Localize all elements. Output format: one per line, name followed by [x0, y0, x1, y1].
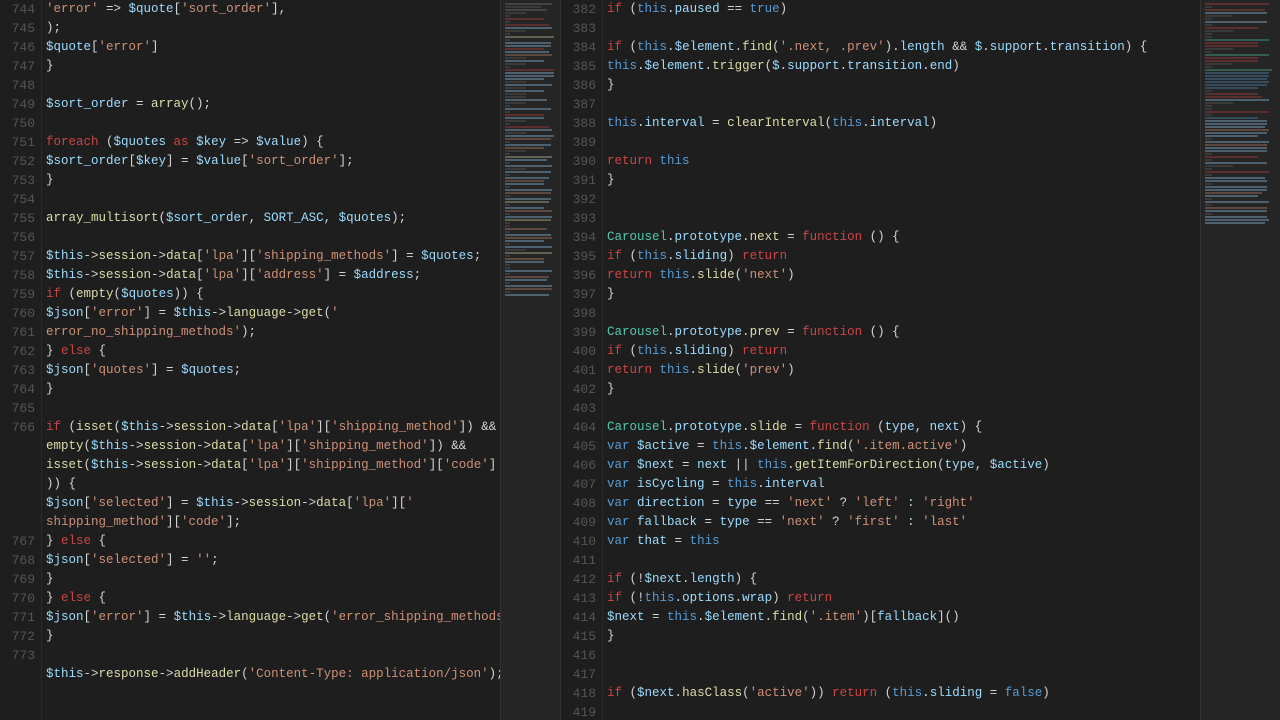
right-minimap [1200, 0, 1280, 720]
code-line: array_multisort($sort_order, SORT_ASC, $… [46, 209, 496, 228]
code-line: if ($next.hasClass('active')) return (th… [607, 684, 1196, 703]
code-line [607, 209, 1196, 228]
code-editor: 744 745 746 747 748 749 750 751 752 753 … [0, 0, 1280, 720]
code-line: $next = this.$element.find('.item')[fall… [607, 608, 1196, 627]
code-line: ); [46, 19, 496, 38]
code-line: } else { [46, 532, 496, 551]
code-line: } [607, 171, 1196, 190]
code-line: $this->session->data['lpa']['shipping_me… [46, 247, 496, 266]
code-line [46, 76, 496, 95]
code-line: } [607, 76, 1196, 95]
code-line: return this.slide('next') [607, 266, 1196, 285]
code-line: $json['error'] = $this->language->get(' [46, 304, 496, 323]
code-line: if (!$next.length) { [607, 570, 1196, 589]
code-line: $json['quotes'] = $quotes; [46, 361, 496, 380]
code-line: } [46, 570, 496, 589]
code-line: this.interval = clearInterval(this.inter… [607, 114, 1196, 133]
left-minimap [500, 0, 560, 720]
code-line: isset($this->session->data['lpa']['shipp… [46, 456, 496, 475]
left-line-numbers: 744 745 746 747 748 749 750 751 752 753 … [0, 0, 42, 720]
code-line: $this->session->data['lpa']['address'] =… [46, 266, 496, 285]
code-line [607, 190, 1196, 209]
code-line [607, 665, 1196, 684]
code-line: if (this.paused == true) [607, 0, 1196, 19]
code-line: $json['error'] = $this->language->get('e… [46, 608, 496, 627]
code-line: foreach ($quotes as $key => $value) { [46, 133, 496, 152]
code-line: } [607, 285, 1196, 304]
code-line: if (empty($quotes)) { [46, 285, 496, 304]
code-line [607, 133, 1196, 152]
code-line: } [46, 627, 496, 646]
code-line [607, 95, 1196, 114]
code-line: $sort_order = array(); [46, 95, 496, 114]
code-line [46, 646, 496, 665]
code-line [46, 399, 496, 418]
left-code-panel: 744 745 746 747 748 749 750 751 752 753 … [0, 0, 500, 720]
code-line: } [607, 627, 1196, 646]
code-line: var that = this [607, 532, 1196, 551]
code-line [46, 228, 496, 247]
code-line: $json['selected'] = $this->session->data… [46, 494, 496, 513]
right-code-panel: 382 383 384 385 386 387 388 389 390 391 … [560, 0, 1200, 720]
code-line: this.$element.trigger($.support.transiti… [607, 57, 1196, 76]
code-line: $quote['error'] [46, 38, 496, 57]
code-line: if (!this.options.wrap) return [607, 589, 1196, 608]
code-line: var isCycling = this.interval [607, 475, 1196, 494]
code-line: )) { [46, 475, 496, 494]
code-line: var $next = next || this.getItemForDirec… [607, 456, 1196, 475]
right-code-content: if (this.paused == true) if (this.$eleme… [603, 0, 1200, 720]
code-line [607, 19, 1196, 38]
code-line: if (isset($this->session->data['lpa']['s… [46, 418, 496, 437]
code-line: Carousel.prototype.slide = function (typ… [607, 418, 1196, 437]
code-line: } else { [46, 589, 496, 608]
code-line: return this [607, 152, 1196, 171]
code-line [607, 646, 1196, 665]
code-line: } [46, 380, 496, 399]
code-line: if (this.sliding) return [607, 342, 1196, 361]
code-line: Carousel.prototype.prev = function () { [607, 323, 1196, 342]
code-line: $json['selected'] = ''; [46, 551, 496, 570]
code-line [607, 551, 1196, 570]
code-line: Carousel.prototype.next = function () { [607, 228, 1196, 247]
code-line [46, 190, 496, 209]
left-code-content: 'error' => $quote['sort_order'], ); $quo… [42, 0, 500, 720]
code-line: shipping_method']['code']; [46, 513, 496, 532]
code-line: error_no_shipping_methods'); [46, 323, 496, 342]
code-line: } [46, 171, 496, 190]
code-line: if (this.sliding) return [607, 247, 1196, 266]
code-line: } [607, 380, 1196, 399]
code-line: var $active = this.$element.find('.item.… [607, 437, 1196, 456]
code-line: $this->response->addHeader('Content-Type… [46, 665, 496, 684]
code-line: if (this.$element.find('.next, .prev').l… [607, 38, 1196, 57]
code-line [607, 304, 1196, 323]
code-line: return this.slide('prev') [607, 361, 1196, 380]
code-line: $sort_order[$key] = $value['sort_order']… [46, 152, 496, 171]
code-line [607, 399, 1196, 418]
code-line: empty($this->session->data['lpa']['shipp… [46, 437, 496, 456]
code-line: } [46, 57, 496, 76]
code-line [607, 703, 1196, 720]
code-line: 'error' => $quote['sort_order'], [46, 0, 496, 19]
code-line: } else { [46, 342, 496, 361]
right-line-numbers: 382 383 384 385 386 387 388 389 390 391 … [561, 0, 603, 720]
code-line: var fallback = type == 'next' ? 'first' … [607, 513, 1196, 532]
code-line [46, 114, 496, 133]
code-line: var direction = type == 'next' ? 'left' … [607, 494, 1196, 513]
